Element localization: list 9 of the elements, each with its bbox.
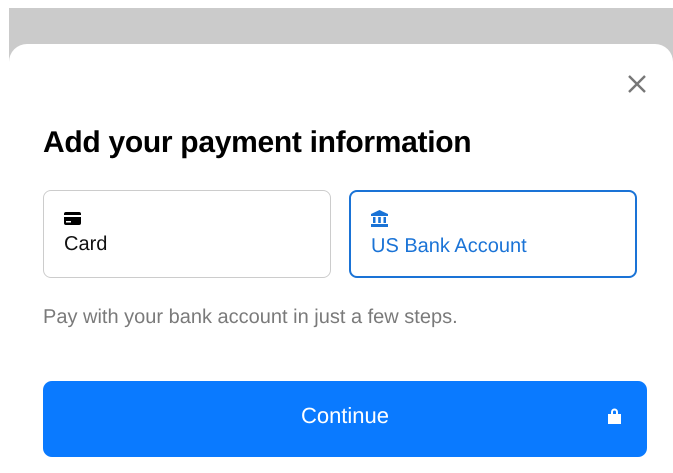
payment-method-tab[interactable]: US Bank Account <box>349 190 637 278</box>
description-text: Pay with your bank account in just a few steps. <box>43 306 459 329</box>
bank-icon <box>371 210 388 227</box>
card-icon <box>64 212 81 225</box>
close-icon[interactable] <box>627 74 647 94</box>
continue-button[interactable]: Continue <box>43 381 647 457</box>
payment-method-tab[interactable]: Card <box>43 190 331 278</box>
sheet-title: Add your payment information <box>43 126 472 160</box>
lock-icon <box>608 407 621 424</box>
